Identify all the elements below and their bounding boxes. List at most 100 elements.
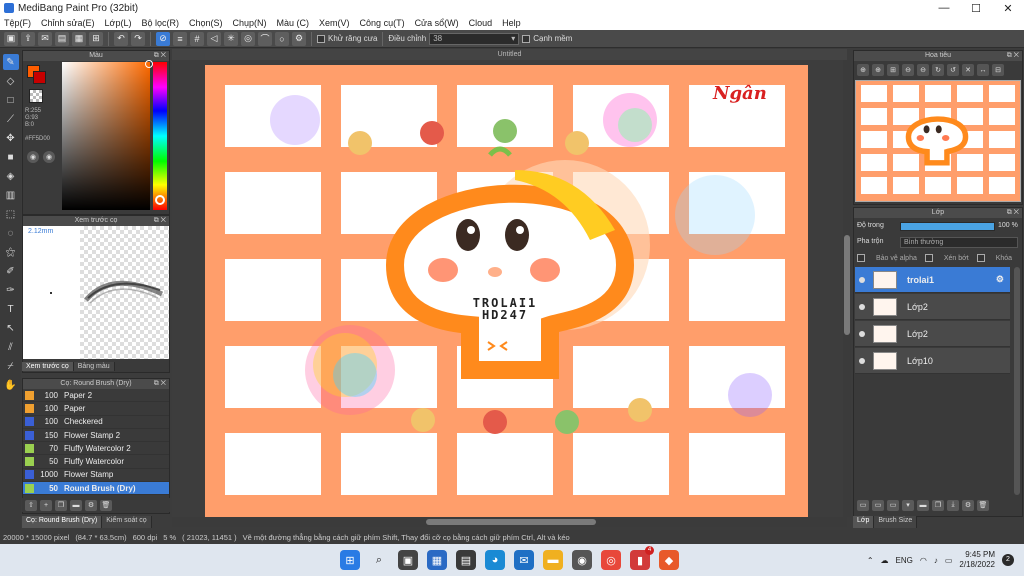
wifi-icon[interactable]: ◠ bbox=[920, 556, 927, 565]
menu-file[interactable]: Tệp(F) bbox=[4, 18, 31, 28]
menu-tools[interactable]: Công cụ(T) bbox=[360, 18, 405, 28]
tab-layer[interactable]: Lớp bbox=[853, 516, 875, 528]
operation-tool-icon[interactable]: ↖ bbox=[3, 320, 19, 336]
rotate-left-icon[interactable]: ↺ bbox=[947, 64, 959, 76]
divide-tool-icon[interactable]: ⫽ bbox=[3, 339, 19, 355]
fill-rect-icon[interactable]: ■ bbox=[3, 149, 19, 165]
settings-icon[interactable]: ⚙ bbox=[962, 499, 974, 511]
document-tab[interactable]: Untitled bbox=[172, 49, 847, 60]
menu-help[interactable]: Help bbox=[502, 18, 521, 28]
palette-icon[interactable]: ◉ bbox=[27, 151, 39, 163]
tab-brush-control[interactable]: Kiểm soát cọ bbox=[102, 516, 152, 528]
menu-select[interactable]: Chọn(S) bbox=[189, 18, 223, 28]
menu-layer[interactable]: Lớp(L) bbox=[105, 18, 132, 28]
palette-add-icon[interactable]: ◉ bbox=[43, 151, 55, 163]
magic-wand-icon[interactable]: ⚝ bbox=[3, 244, 19, 260]
select-eraser-icon[interactable]: ✑ bbox=[3, 282, 19, 298]
zoom-out-icon[interactable]: ⊖ bbox=[902, 64, 914, 76]
windows-start-icon[interactable]: ⊞ bbox=[340, 550, 360, 570]
hue-knob[interactable] bbox=[155, 195, 165, 205]
flip-icon[interactable]: ↔ bbox=[977, 64, 989, 76]
eye-icon[interactable] bbox=[859, 330, 865, 337]
duplicate-icon[interactable]: ❐ bbox=[932, 499, 944, 511]
zoom-in-2-icon[interactable]: ⊕ bbox=[872, 64, 884, 76]
notification-count[interactable]: 2 bbox=[1002, 554, 1014, 566]
color-picker-cursor[interactable] bbox=[145, 60, 153, 68]
layer-scrollbar[interactable] bbox=[1014, 267, 1020, 495]
tab-brush-size[interactable]: Brush Size bbox=[874, 516, 918, 528]
new-layer-icon[interactable]: ▭ bbox=[857, 499, 869, 511]
line-tool-icon[interactable]: ⟋ bbox=[3, 111, 19, 127]
settings-icon[interactable]: ⚙ bbox=[292, 31, 306, 46]
menu-snap[interactable]: Chụp(N) bbox=[233, 18, 267, 28]
snap-cross-icon[interactable]: # bbox=[190, 31, 204, 46]
tab-brush-preview[interactable]: Xem trước cọ bbox=[22, 362, 74, 371]
text-tool-icon[interactable]: T bbox=[3, 301, 19, 317]
task-view-icon[interactable]: ▣ bbox=[398, 550, 418, 570]
brush-list-item[interactable]: 100 Paper 2 bbox=[23, 389, 169, 403]
menu-filter[interactable]: Bộ lọc(R) bbox=[141, 18, 179, 28]
zoom-in-icon[interactable]: ⊕ bbox=[857, 64, 869, 76]
chat-icon[interactable]: ▤ bbox=[456, 550, 476, 570]
redo-icon[interactable]: ↷ bbox=[131, 31, 145, 46]
comment-icon[interactable]: ✉ bbox=[38, 31, 52, 46]
tab-palette[interactable]: Bảng màu bbox=[73, 362, 115, 371]
soft-edge-checkbox[interactable] bbox=[522, 34, 531, 43]
horizontal-scrollbar[interactable] bbox=[172, 517, 847, 527]
cloud-icon[interactable]: ☁ bbox=[881, 556, 889, 565]
mail-icon[interactable]: ✉ bbox=[514, 550, 534, 570]
menu-color[interactable]: Màu (C) bbox=[277, 18, 310, 28]
folder-icon[interactable]: ▬ bbox=[70, 499, 82, 511]
antialias-checkbox[interactable] bbox=[317, 34, 325, 43]
eye-icon[interactable] bbox=[859, 276, 865, 283]
trash-icon[interactable]: 🗑 bbox=[100, 499, 112, 511]
artboard[interactable]: TROLAI1 HD247 Ngân bbox=[205, 65, 808, 517]
layer-row[interactable]: Lớp2 bbox=[855, 321, 1010, 347]
brush-list-item[interactable]: 50 Fluffy Watercolor bbox=[23, 455, 169, 469]
snap-off-icon[interactable]: ⊘ bbox=[156, 31, 170, 46]
horizontal-scroll-thumb[interactable] bbox=[426, 519, 596, 525]
reset-icon[interactable]: ✕ bbox=[962, 64, 974, 76]
layer-row[interactable]: Lớp2 bbox=[855, 294, 1010, 320]
eye-icon[interactable] bbox=[859, 357, 865, 364]
chat-icon[interactable]: ▤ bbox=[55, 31, 69, 46]
undo-icon[interactable]: ↶ bbox=[114, 31, 128, 46]
maximize-button[interactable]: ☐ bbox=[960, 2, 992, 15]
panel-close-icon[interactable]: ⧉ ✕ bbox=[154, 51, 166, 61]
battery-icon[interactable]: ▭ bbox=[945, 556, 953, 565]
gradient-tool-icon[interactable]: ▥ bbox=[3, 187, 19, 203]
rect-tool-icon[interactable]: □ bbox=[3, 92, 19, 108]
saturation-box[interactable] bbox=[62, 62, 150, 210]
eraser-tool-icon[interactable]: ◇ bbox=[3, 73, 19, 89]
panel-close-icon[interactable]: ⧉ ✕ bbox=[154, 379, 166, 389]
snap-vanish-icon[interactable]: ◁ bbox=[207, 31, 221, 46]
chevron-up-icon[interactable]: ⌃ bbox=[867, 556, 874, 565]
snap-curve-icon[interactable]: ⌒ bbox=[258, 31, 272, 46]
transparent-swatch[interactable] bbox=[29, 89, 43, 103]
rotate-right-icon[interactable]: ↻ bbox=[932, 64, 944, 76]
hand-tool-icon[interactable]: ✋ bbox=[3, 377, 19, 393]
move-tool-icon[interactable]: ✥ bbox=[3, 130, 19, 146]
file-explorer-icon[interactable]: ▬ bbox=[543, 550, 563, 570]
minimize-button[interactable]: — bbox=[928, 2, 960, 15]
clipping-checkbox[interactable] bbox=[924, 254, 933, 262]
brush-list-item[interactable]: 100 Checkered bbox=[23, 416, 169, 429]
panel-close-icon[interactable]: ⧉ ✕ bbox=[1007, 208, 1019, 218]
hue-strip[interactable] bbox=[153, 62, 167, 210]
upload-icon[interactable]: ⇪ bbox=[21, 31, 35, 46]
menu-window[interactable]: Cửa sổ(W) bbox=[415, 18, 459, 28]
vertical-scrollbar[interactable] bbox=[843, 60, 851, 517]
bucket-tool-icon[interactable]: ◈ bbox=[3, 168, 19, 184]
vertical-scroll-thumb[interactable] bbox=[844, 235, 850, 335]
volume-icon[interactable]: ♪ bbox=[934, 556, 938, 565]
opacity-slider[interactable] bbox=[900, 222, 995, 231]
tab-brush[interactable]: Cọ: Round Brush (Dry) bbox=[22, 516, 103, 528]
language-indicator[interactable]: ENG bbox=[896, 556, 913, 565]
brush-list-item[interactable]: 50 Round Brush (Dry) bbox=[23, 482, 169, 496]
brush-list-item[interactable]: 100 Paper bbox=[23, 402, 169, 416]
brush-list-item[interactable]: 70 Fluffy Watercolor 2 bbox=[23, 442, 169, 456]
merge-icon[interactable]: ⤓ bbox=[947, 499, 959, 511]
brush-list-item[interactable]: 150 Flower Stamp 2 bbox=[23, 429, 169, 443]
adjust-field[interactable]: 38 ▾ bbox=[429, 32, 520, 45]
window-icon[interactable]: ⊟ bbox=[992, 64, 1004, 76]
